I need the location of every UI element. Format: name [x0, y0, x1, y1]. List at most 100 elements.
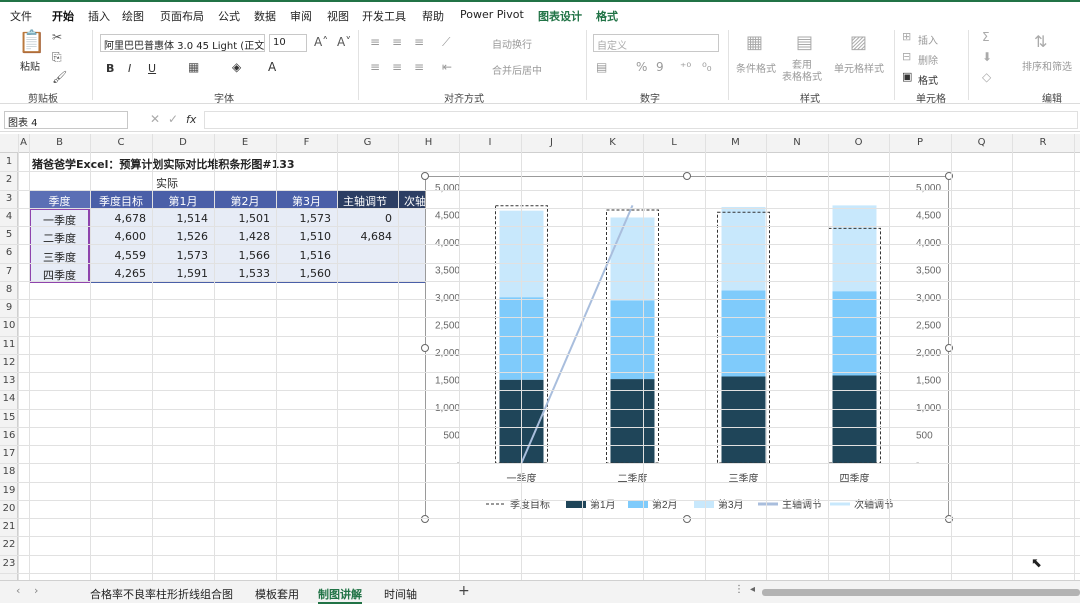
- font-size-select[interactable]: 10: [269, 34, 307, 52]
- paste-button[interactable]: 粘贴: [20, 58, 40, 73]
- table-cell[interactable]: 1,573: [276, 212, 332, 225]
- table-header-cell[interactable]: 主轴调节: [337, 193, 398, 209]
- table-cell[interactable]: 4,559: [90, 249, 147, 262]
- table-cell[interactable]: 4,600: [90, 230, 147, 243]
- resize-handle[interactable]: [683, 515, 691, 523]
- column-header[interactable]: K: [582, 137, 643, 148]
- cell-styles-button[interactable]: 单元格样式: [834, 60, 884, 75]
- orientation-icon[interactable]: ⟋: [442, 35, 450, 50]
- table-cell[interactable]: 1,591: [152, 267, 209, 280]
- menu-tab[interactable]: 绘图: [122, 8, 144, 24]
- table-cell[interactable]: 1,560: [276, 267, 332, 280]
- menu-tab[interactable]: 页面布局: [160, 8, 204, 24]
- menu-tab[interactable]: 格式: [596, 8, 618, 24]
- table-cell[interactable]: 1,533: [214, 267, 271, 280]
- table-header-cell[interactable]: 第3月: [276, 193, 337, 209]
- clear-icon[interactable]: ◇: [982, 70, 991, 84]
- resize-handle[interactable]: [421, 343, 429, 352]
- table-cell[interactable]: 1,510: [276, 230, 332, 243]
- column-header[interactable]: P: [889, 137, 951, 148]
- delete-icon[interactable]: ⊟: [902, 50, 911, 63]
- increase-decimal-icon[interactable]: ⁺⁰: [680, 60, 691, 74]
- table-cell[interactable]: 4,678: [90, 212, 147, 225]
- conditional-format-button[interactable]: 条件格式: [736, 60, 776, 75]
- table-header-cell[interactable]: 季度目标: [90, 193, 152, 209]
- sort-filter-button[interactable]: 排序和筛选: [1022, 58, 1072, 73]
- row-header[interactable]: 1: [0, 156, 18, 167]
- font-color-icon[interactable]: A: [268, 60, 276, 74]
- align-left-icon[interactable]: ≡: [370, 60, 380, 74]
- column-header[interactable]: Q: [951, 137, 1012, 148]
- chart-area[interactable]: -5001,0001,5002,0002,5003,0003,5004,0004…: [425, 176, 949, 519]
- menu-tab[interactable]: 公式: [218, 8, 240, 24]
- resize-handle[interactable]: [421, 172, 429, 180]
- row-header[interactable]: 8: [0, 284, 18, 295]
- menu-tab[interactable]: 插入: [88, 8, 110, 24]
- align-top-icon[interactable]: ≡: [370, 35, 380, 49]
- copy-icon[interactable]: ⎘: [52, 50, 62, 65]
- cut-icon[interactable]: ✂: [52, 30, 62, 44]
- grow-font-icon[interactable]: A˄: [314, 35, 328, 49]
- table-cell[interactable]: 4,684: [337, 230, 393, 243]
- underline-button[interactable]: U: [148, 62, 156, 75]
- horizontal-scrollbar[interactable]: [762, 589, 1080, 596]
- accounting-icon[interactable]: ▤: [596, 60, 607, 74]
- percent-icon[interactable]: %: [636, 60, 647, 74]
- insert-icon[interactable]: ⊞: [902, 30, 911, 43]
- row-header[interactable]: 21: [0, 521, 18, 532]
- column-header[interactable]: O: [828, 137, 889, 148]
- enter-icon[interactable]: ✓: [168, 112, 178, 126]
- table-cell[interactable]: 1,573: [152, 249, 209, 262]
- column-header[interactable]: L: [643, 137, 705, 148]
- column-header[interactable]: E: [214, 137, 276, 148]
- menu-tab[interactable]: 图表设计: [538, 8, 582, 24]
- column-header[interactable]: B: [29, 137, 90, 148]
- prev-sheet-icon[interactable]: ‹: [16, 584, 20, 597]
- sheet-tab[interactable]: 时间轴: [384, 586, 417, 602]
- table-cell[interactable]: 1,526: [152, 230, 209, 243]
- row-header[interactable]: 7: [0, 266, 18, 277]
- menu-tab[interactable]: Power Pivot: [460, 8, 524, 21]
- row-header[interactable]: 6: [0, 247, 18, 258]
- format-painter-icon[interactable]: 🖌: [52, 70, 67, 84]
- more-options-icon[interactable]: ⋮: [734, 584, 744, 595]
- sheet-tab[interactable]: 模板套用: [255, 586, 299, 602]
- row-header[interactable]: 9: [0, 302, 18, 313]
- table-header-cell[interactable]: 次轴调节: [398, 193, 427, 209]
- indent-icon[interactable]: ⇤: [442, 60, 452, 74]
- name-box[interactable]: 图表 4: [4, 111, 128, 129]
- menu-tab[interactable]: 帮助: [422, 8, 444, 24]
- fill-color-icon[interactable]: ◈: [232, 60, 241, 74]
- shrink-font-icon[interactable]: A˅: [337, 35, 351, 49]
- row-header[interactable]: 4: [0, 211, 18, 222]
- table-cell[interactable]: 1,514: [152, 212, 209, 225]
- format-as-table-icon[interactable]: ▤: [796, 32, 813, 53]
- row-header[interactable]: 20: [0, 503, 18, 514]
- autosum-icon[interactable]: Σ: [982, 30, 990, 44]
- align-bottom-icon[interactable]: ≡: [414, 35, 424, 49]
- align-center-icon[interactable]: ≡: [392, 60, 402, 74]
- decrease-decimal-icon[interactable]: ⁰₀: [702, 60, 712, 74]
- row-header[interactable]: 5: [0, 229, 18, 240]
- wrap-text-button[interactable]: 自动换行: [492, 36, 532, 51]
- align-right-icon[interactable]: ≡: [414, 60, 424, 74]
- row-header[interactable]: 12: [0, 357, 18, 368]
- paste-icon[interactable]: 📋: [18, 30, 45, 55]
- font-name-select[interactable]: 阿里巴巴普惠体 3.0 45 Light (正文): [100, 34, 265, 52]
- insert-button[interactable]: 插入: [918, 32, 938, 47]
- table-header-cell[interactable]: 第2月: [214, 193, 276, 209]
- bold-button[interactable]: B: [106, 62, 114, 75]
- row-header[interactable]: 3: [0, 193, 18, 204]
- column-header[interactable]: R: [1012, 137, 1074, 148]
- row-header[interactable]: 11: [0, 339, 18, 350]
- column-header[interactable]: C: [90, 137, 152, 148]
- formula-input[interactable]: [204, 111, 1078, 129]
- table-cell[interactable]: 4,265: [90, 267, 147, 280]
- table-cell[interactable]: 1,516: [276, 249, 332, 262]
- column-header[interactable]: A: [18, 137, 29, 148]
- add-sheet-icon[interactable]: +: [458, 583, 470, 599]
- resize-handle[interactable]: [683, 172, 691, 180]
- row-header[interactable]: 17: [0, 448, 18, 459]
- column-header[interactable]: J: [521, 137, 582, 148]
- menu-tab[interactable]: 开发工具: [362, 8, 406, 24]
